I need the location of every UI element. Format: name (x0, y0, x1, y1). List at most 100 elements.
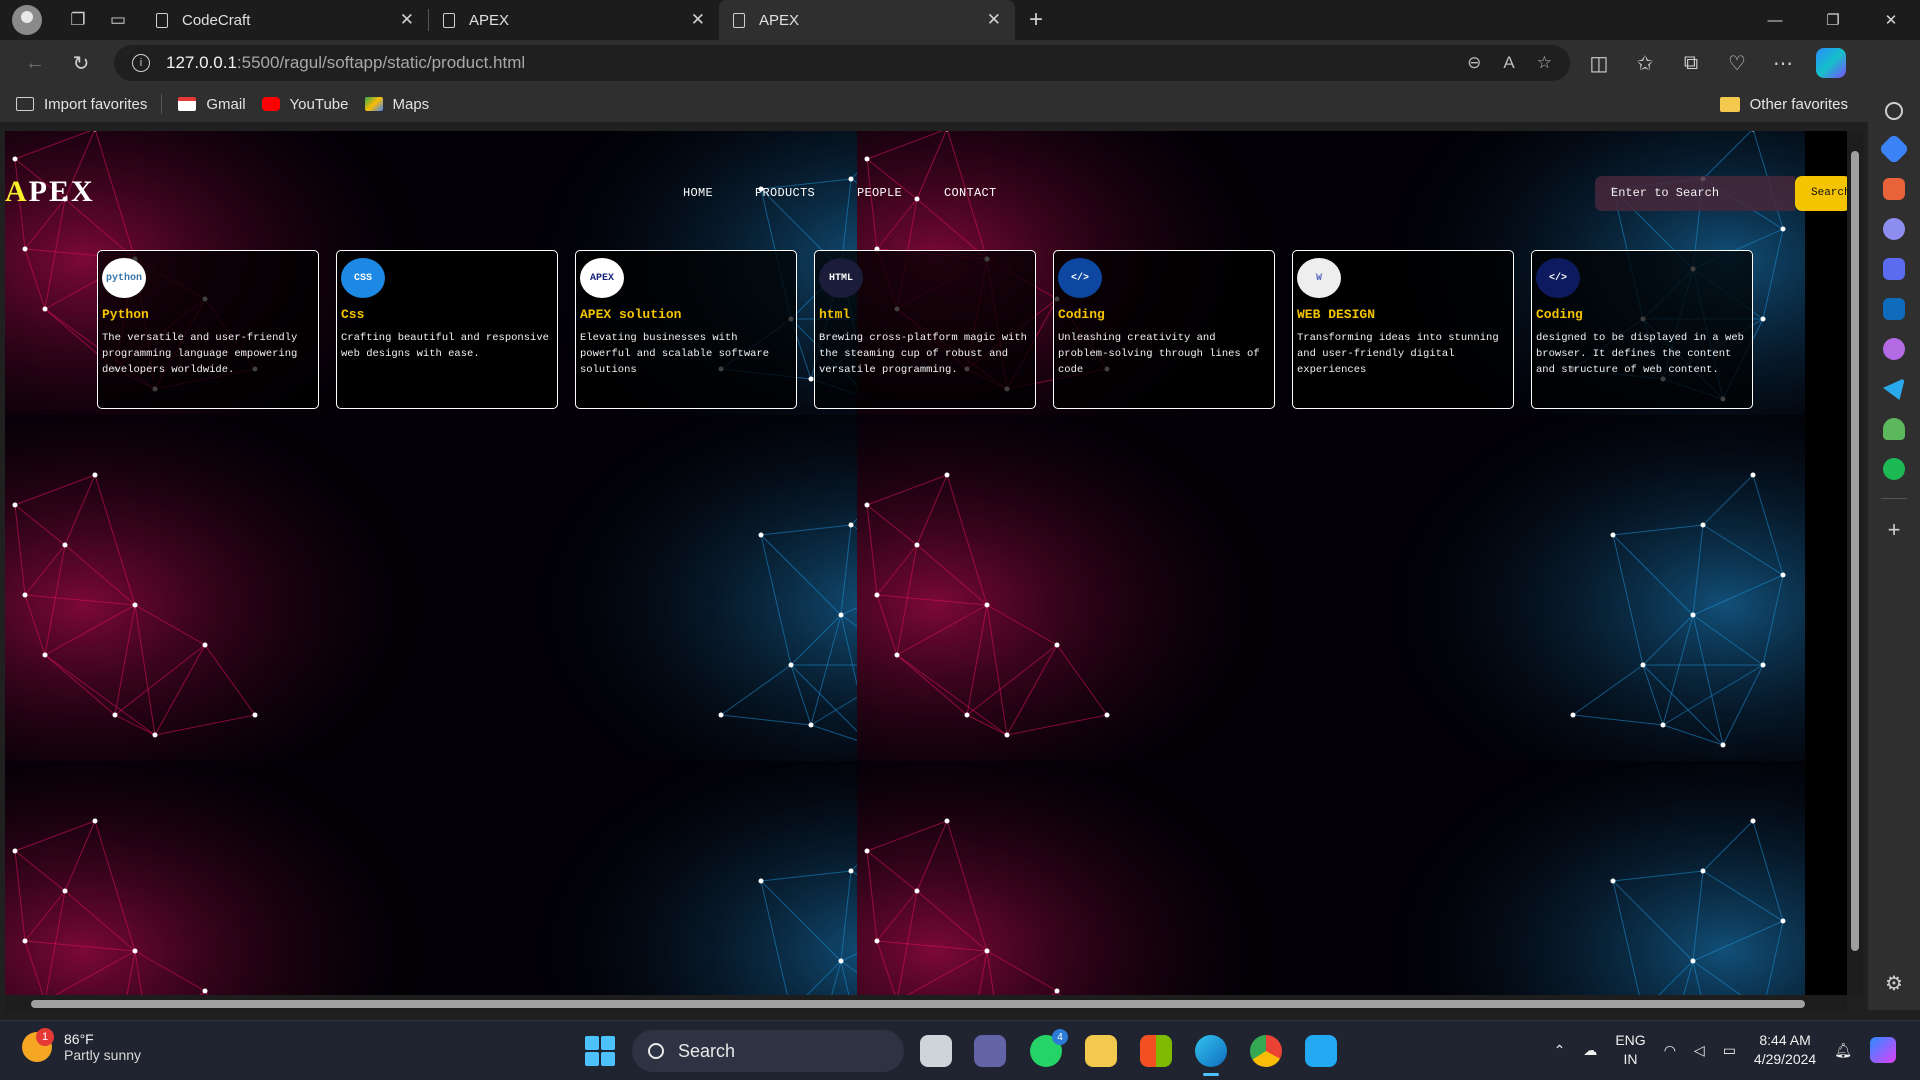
lang-line-2: IN (1623, 1051, 1638, 1067)
close-window-button[interactable]: ✕ (1862, 0, 1920, 40)
add-icon[interactable]: + (1888, 517, 1901, 543)
favorites-bar: Import favorites Gmail YouTube Maps Othe… (0, 86, 1920, 122)
edge-icon[interactable] (1195, 1035, 1227, 1076)
tab-apex-1[interactable]: APEX ✕ (429, 0, 719, 40)
battery-icon[interactable]: ▭ (1723, 1042, 1736, 1059)
zoom-icon[interactable]: ⊖ (1467, 53, 1481, 73)
tab-title: CodeCraft (182, 11, 251, 29)
volume-icon[interactable]: ◁ (1694, 1042, 1705, 1059)
copilot-taskbar-icon[interactable] (1870, 1037, 1896, 1063)
horizontal-scrollbar[interactable] (5, 995, 1847, 1013)
site-header: APEX HOME PRODUCTS PEOPLE CONTACT Enter … (5, 131, 1847, 241)
telegram-icon[interactable] (1883, 378, 1905, 400)
card-description: Crafting beautiful and responsive web de… (341, 332, 549, 360)
product-card[interactable]: </> Coding designed to be displayed in a w… (1531, 250, 1753, 409)
chrome-icon[interactable] (1250, 1035, 1282, 1067)
maps-link[interactable]: Maps (364, 95, 430, 113)
vscode-icon[interactable] (1305, 1035, 1337, 1067)
new-tab-button[interactable]: + (1029, 6, 1043, 34)
task-view-icon[interactable] (920, 1035, 952, 1067)
info-icon[interactable]: i (132, 54, 150, 72)
import-favorites-link[interactable]: Import favorites (16, 96, 147, 113)
wifi-icon[interactable]: ◠ (1664, 1042, 1676, 1059)
page-viewport: APEX HOME PRODUCTS PEOPLE CONTACT Enter … (5, 131, 1847, 995)
card-logo-icon: </> (1058, 258, 1102, 298)
collections-icon[interactable]: ⧉ (1668, 45, 1714, 81)
shopping-tag-icon[interactable] (1878, 133, 1910, 165)
taskbar: 1 86°F Partly sunny Search 4 ⌃ ☁ ENG IN ◠… (0, 1020, 1920, 1080)
split-screen-icon[interactable]: ◫ (1576, 45, 1622, 81)
weather-icon: 1 (22, 1028, 54, 1062)
settings-icon[interactable]: ⚙ (1885, 971, 1903, 996)
card-description: Brewing cross-platform magic with the st… (819, 332, 1027, 376)
restore-button[interactable]: ❐ (1804, 0, 1862, 40)
scroll-thumb[interactable] (1851, 151, 1859, 951)
close-icon[interactable]: ✕ (987, 10, 1001, 30)
minimize-button[interactable]: — (1746, 0, 1804, 40)
product-card[interactable]: APEX APEX solution Elevating businesses wi… (575, 250, 797, 409)
workspaces-icon[interactable]: ❐ (58, 4, 98, 36)
date: 4/29/2024 (1753, 1051, 1817, 1067)
site-menu: HOME PRODUCTS PEOPLE CONTACT (683, 186, 997, 200)
health-icon[interactable]: ♡ (1714, 45, 1760, 81)
product-card[interactable]: </> Coding Unleashing creativity and probl… (1053, 250, 1275, 409)
youtube-link[interactable]: YouTube (261, 95, 349, 113)
teams-icon[interactable] (974, 1035, 1006, 1067)
product-card[interactable]: HTML html Brewing cross-platform magic wit… (814, 250, 1036, 409)
clock[interactable]: 8:44 AM 4/29/2024 (1754, 1031, 1816, 1069)
whatsapp-icon[interactable]: 4 (1030, 1029, 1068, 1067)
microsoft-store-icon[interactable] (1140, 1035, 1172, 1067)
tab-codecraft[interactable]: CodeCraft ✕ (142, 0, 428, 40)
more-icon[interactable]: ⋯ (1760, 45, 1806, 81)
fav-label: Maps (392, 95, 430, 113)
language-indicator[interactable]: ENG IN (1615, 1031, 1645, 1069)
profile-icon[interactable] (12, 5, 42, 35)
gmail-link[interactable]: Gmail (178, 96, 246, 113)
back-icon[interactable]: ← (12, 45, 58, 81)
copilot-sidebar-icon[interactable] (1883, 258, 1905, 280)
address-bar[interactable]: i 127.0.0.1:5500/ragul/softapp/static/pr… (114, 45, 1570, 81)
copilot-icon[interactable] (1816, 48, 1846, 78)
menu-products[interactable]: PRODUCTS (755, 186, 815, 200)
other-favorites-label: Other favorites (1749, 95, 1848, 113)
favorite-star-icon[interactable]: ☆ (1537, 53, 1552, 73)
menu-contact[interactable]: CONTACT (944, 186, 997, 200)
tab-apex-active[interactable]: APEX ✕ (719, 0, 1015, 40)
weather-widget[interactable]: 1 86°F Partly sunny (22, 1028, 141, 1063)
tab-actions-icon[interactable]: ▭ (98, 4, 138, 36)
menu-home[interactable]: HOME (683, 186, 713, 200)
refresh-icon[interactable]: ↻ (58, 45, 104, 81)
page-icon (733, 12, 745, 28)
search-icon[interactable] (1885, 102, 1903, 120)
site-search-input[interactable]: Enter to Search (1595, 176, 1795, 211)
vertical-scrollbar[interactable] (1847, 131, 1863, 995)
tab-title: APEX (759, 11, 800, 29)
designer-icon[interactable] (1883, 338, 1905, 360)
site-logo[interactable]: APEX (5, 175, 95, 209)
favorites-icon[interactable]: ✩ (1622, 45, 1668, 81)
fav-label: YouTube (289, 95, 349, 113)
file-explorer-icon[interactable] (1085, 1035, 1117, 1067)
whatsapp-badge: 4 (1052, 1029, 1068, 1045)
toolbox-icon[interactable] (1883, 178, 1905, 200)
product-card[interactable]: python Python The versatile and user-frien… (97, 250, 319, 409)
start-button[interactable] (585, 1036, 615, 1066)
other-favorites-link[interactable]: Other favorites (1719, 95, 1848, 113)
read-aloud-icon[interactable]: A (1503, 53, 1514, 73)
site-search-button[interactable]: Search (1795, 176, 1847, 211)
chevron-up-icon[interactable]: ⌃ (1554, 1042, 1566, 1059)
outlook-icon[interactable] (1883, 298, 1905, 320)
spotify-icon[interactable] (1883, 458, 1905, 480)
close-icon[interactable]: ✕ (691, 10, 705, 30)
notifications-icon[interactable]: 🔔︎ (1834, 1042, 1852, 1059)
onedrive-icon[interactable]: ☁ (1583, 1042, 1597, 1059)
close-icon[interactable]: ✕ (400, 10, 414, 30)
product-card[interactable]: W WEB DESIGN Transforming ideas into stunn… (1292, 250, 1514, 409)
taskbar-search[interactable]: Search (632, 1030, 904, 1072)
logo-initial: A (5, 175, 29, 208)
menu-people[interactable]: PEOPLE (857, 186, 902, 200)
scroll-thumb[interactable] (31, 1000, 1805, 1008)
people-icon[interactable] (1883, 218, 1905, 240)
product-card[interactable]: CSS Css Crafting beautiful and responsive … (336, 250, 558, 409)
tree-icon[interactable] (1883, 418, 1905, 440)
